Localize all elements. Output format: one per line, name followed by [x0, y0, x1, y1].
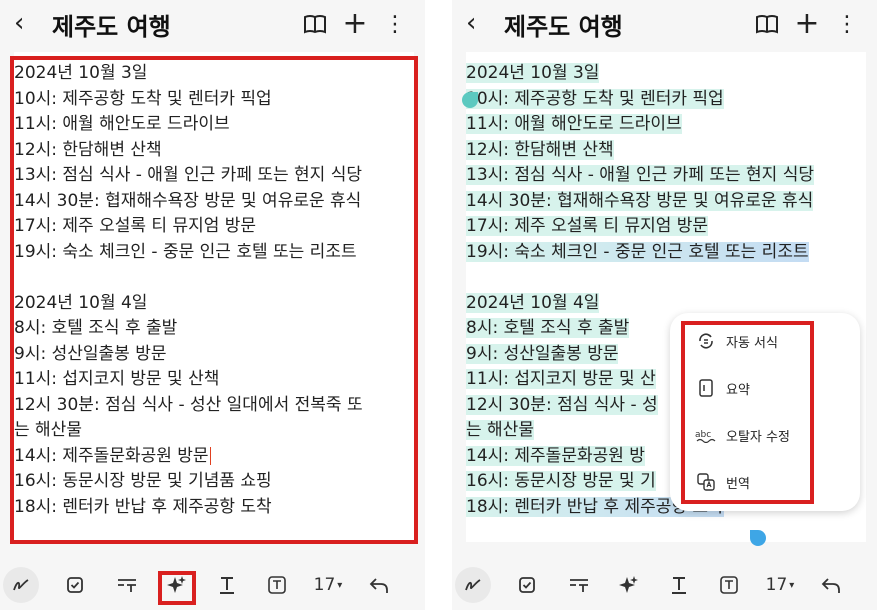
selection-handle-start[interactable]	[462, 92, 478, 108]
selected-text: 는 해산물	[466, 420, 534, 440]
selected-text: 11시: 섭지코지 방문 및 산	[466, 369, 656, 389]
selected-text: 8시: 호텔 조식 후 출발	[466, 318, 630, 338]
highlight-box-note	[10, 56, 418, 544]
editor-toolbar: 17 ▾	[0, 562, 425, 610]
top-app-bar: ‹ 제주도 여행 + ⋮	[452, 0, 877, 52]
checkbox-icon[interactable]	[60, 570, 90, 600]
selected-text: 2024년 10월 4일	[466, 292, 600, 313]
highlight-box-ai-button	[158, 571, 196, 605]
selected-text: 16시: 동문시장 방문 및 기	[466, 471, 656, 491]
left-screen: ‹ 제주도 여행 + ⋮ 2024년 10월 3일 10시: 제주공항 도착 및…	[0, 0, 425, 610]
text-box-icon[interactable]	[714, 570, 744, 600]
text-style-icon[interactable]	[664, 570, 694, 600]
selection-handle-end[interactable]	[750, 530, 766, 546]
text-box-icon[interactable]	[262, 570, 292, 600]
selected-text: 12시: 한담해변 산책	[466, 139, 614, 160]
selected-text: 12시 30분: 점심 식사 - 성	[466, 394, 658, 415]
caret-down-icon: ▾	[789, 579, 795, 591]
selected-text: 13시: 점심 식사 - 애월 인근 카페 또는 현지 식당	[466, 165, 815, 185]
note-line: 13시: 점심 식사 - 애월 인근 카페 또는 현지 식당	[466, 163, 866, 189]
font-size-value: 17	[313, 575, 336, 595]
book-icon[interactable]	[754, 10, 780, 38]
pen-icon[interactable]	[3, 567, 39, 603]
selected-text: 17시: 제주 오설록 티 뮤지엄 방문	[466, 216, 709, 236]
text-format-icon[interactable]	[112, 570, 142, 600]
right-screen: ‹ 제주도 여행 + ⋮ 2024년 10월 3일 10시: 제주공항 도착 및…	[452, 0, 877, 610]
chevron-left-icon[interactable]: ‹	[466, 8, 476, 38]
selected-text: 14시 30분: 협재해수욕장 방문 및 여유로운 휴식	[466, 190, 814, 211]
text-style-icon[interactable]	[212, 570, 242, 600]
note-line: 19시: 숙소 체크인 - 중문 인근 호텔 또는 리조트	[466, 240, 866, 266]
selected-text: 9시: 성산일출봉 방문	[466, 343, 619, 364]
note-title: 제주도 여행	[52, 13, 171, 41]
more-vertical-icon[interactable]: ⋮	[836, 10, 858, 38]
undo-icon[interactable]	[816, 570, 846, 600]
note-line: 10시: 제주공항 도착 및 렌터카 픽업	[466, 87, 866, 113]
checkbox-icon[interactable]	[512, 570, 542, 600]
top-app-bar: ‹ 제주도 여행 + ⋮	[0, 0, 425, 52]
font-size-select[interactable]: 17 ▾	[310, 570, 346, 600]
editor-toolbar: 17 ▾	[452, 562, 877, 610]
plus-icon[interactable]: +	[342, 9, 368, 39]
chevron-left-icon[interactable]: ‹	[14, 8, 24, 38]
font-size-select[interactable]: 17 ▾	[762, 570, 798, 600]
note-line: 17시: 제주 오설록 티 뮤지엄 방문	[466, 214, 866, 240]
note-line: 2024년 10월 3일	[466, 61, 866, 87]
note-line: 11시: 애월 해안도로 드라이브	[466, 112, 866, 138]
highlight-box-ai-menu	[681, 321, 814, 504]
selected-text: 2024년 10월 3일	[466, 63, 600, 83]
font-size-value: 17	[765, 575, 788, 595]
book-icon[interactable]	[302, 10, 328, 38]
note-line: 12시: 한담해변 산책	[466, 138, 866, 164]
plus-icon[interactable]: +	[794, 9, 820, 39]
selected-text: 10시: 제주공항 도착 및 렌터카 픽업	[466, 88, 724, 109]
selected-text: 14시: 제주돌문화공원 방	[466, 445, 645, 466]
caret-down-icon: ▾	[337, 579, 343, 591]
selected-text: 11시: 애월 해안도로 드라이브	[466, 114, 682, 134]
note-title: 제주도 여행	[504, 13, 623, 41]
pen-icon[interactable]	[455, 567, 491, 603]
more-vertical-icon[interactable]: ⋮	[384, 10, 406, 38]
selected-text: 19시: 숙소 체크인 - 중문 인근 호텔 또는 리조트	[466, 241, 809, 262]
ai-sparkle-icon[interactable]	[614, 570, 644, 600]
note-line: 14시 30분: 협재해수욕장 방문 및 여유로운 휴식	[466, 189, 866, 215]
text-format-icon[interactable]	[564, 570, 594, 600]
undo-icon[interactable]	[364, 570, 394, 600]
